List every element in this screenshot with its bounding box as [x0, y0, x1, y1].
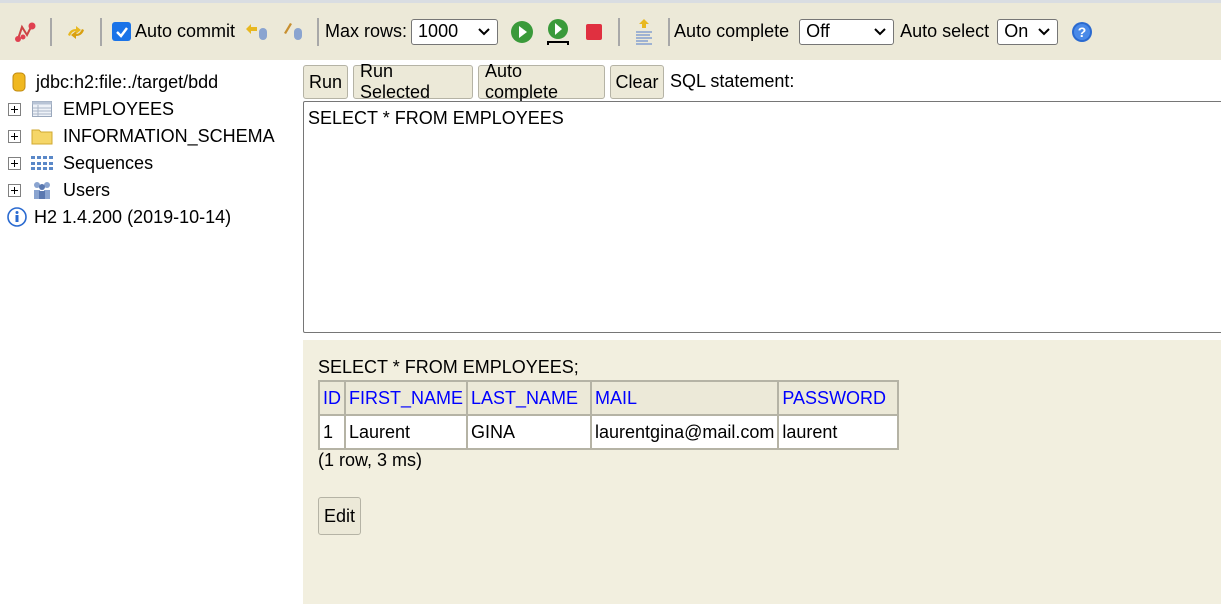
auto-select-value: On [1004, 21, 1029, 41]
column-header-first-name[interactable]: FIRST_NAME [343, 380, 469, 416]
chevron-down-icon [1038, 27, 1050, 35]
tree-item-employees[interactable]: EMPLOYEES [8, 96, 174, 122]
refresh-icon[interactable] [63, 19, 89, 45]
object-tree: jdbc:h2:file:./target/bdd EMPLOYEES INFO… [0, 60, 300, 604]
version-info: H2 1.4.200 (2019-10-14) [6, 204, 231, 230]
max-rows-value: 1000 [418, 21, 459, 41]
result-panel: SELECT * FROM EMPLOYEES; ID FIRST_NAME L… [303, 340, 1221, 604]
result-status: (1 row, 3 ms) [318, 450, 423, 470]
table-header-row: ID FIRST_NAME LAST_NAME MAIL PASSWORD [318, 380, 900, 416]
toolbar-separator [317, 17, 320, 46]
run-button[interactable]: Run [303, 65, 348, 99]
auto-complete-select[interactable]: Off [799, 18, 895, 45]
version-text: H2 1.4.200 (2019-10-14) [34, 206, 232, 227]
toolbar-separator [618, 17, 621, 46]
stop-icon[interactable] [581, 19, 607, 45]
disconnect-icon[interactable] [13, 19, 39, 45]
tree-item-information-schema[interactable]: INFORMATION_SCHEMA [8, 123, 275, 149]
expand-icon[interactable] [8, 156, 21, 170]
expand-icon[interactable] [8, 129, 21, 143]
clear-button[interactable]: Clear [610, 65, 664, 99]
database-icon [8, 72, 30, 92]
run-icon[interactable] [509, 19, 535, 45]
tree-item-label: INFORMATION_SCHEMA [63, 125, 275, 146]
auto-commit-label: Auto commit [135, 21, 236, 41]
result-query: SELECT * FROM EMPLOYEES; [318, 357, 579, 377]
column-header-last-name[interactable]: LAST_NAME [466, 380, 593, 416]
sql-statement-label: SQL statement: [670, 71, 795, 91]
connection-url: jdbc:h2:file:./target/bdd [36, 71, 219, 92]
auto-complete-button[interactable]: Auto complete [478, 61, 605, 102]
column-header-password[interactable]: PASSWORD [777, 380, 900, 416]
cell-password: laurent [777, 414, 900, 450]
help-icon[interactable]: ? [1069, 19, 1095, 45]
svg-text:?: ? [1078, 24, 1087, 40]
users-icon [31, 180, 53, 200]
sequences-icon [31, 153, 53, 173]
toolbar: Auto commit Max rows: 1000 Auto complete… [0, 0, 1221, 60]
run-selected-button[interactable]: Run Selected [353, 61, 473, 102]
commit-icon[interactable] [280, 19, 306, 45]
tree-item-sequences[interactable]: Sequences [8, 150, 153, 176]
chevron-down-icon [874, 27, 886, 35]
result-table: ID FIRST_NAME LAST_NAME MAIL PASSWORD 1 … [318, 380, 900, 450]
column-header-mail[interactable]: MAIL [590, 380, 780, 416]
auto-commit-checkbox[interactable] [112, 22, 131, 41]
run-selected-icon[interactable] [545, 18, 571, 45]
auto-select-select[interactable]: On [997, 18, 1059, 45]
cell-mail: laurentgina@mail.com [590, 414, 780, 450]
cell-id: 1 [318, 414, 346, 450]
toolbar-separator [668, 17, 671, 46]
expand-icon[interactable] [8, 102, 21, 116]
tree-connection[interactable]: jdbc:h2:file:./target/bdd [8, 69, 218, 95]
cell-last-name: GINA [466, 414, 593, 450]
auto-complete-value: Off [806, 21, 830, 41]
history-icon[interactable] [631, 18, 657, 45]
tree-item-label: EMPLOYEES [63, 98, 175, 119]
tree-item-users[interactable]: Users [8, 177, 110, 203]
tree-item-label: Users [63, 179, 111, 200]
chevron-down-icon [478, 27, 490, 35]
sql-input[interactable]: SELECT * FROM EMPLOYEES [303, 101, 1221, 333]
toolbar-separator [50, 17, 52, 46]
rollback-icon[interactable] [244, 19, 270, 45]
folder-icon [31, 126, 53, 146]
table-icon [31, 99, 53, 119]
expand-icon[interactable] [8, 183, 21, 197]
auto-select-label: Auto select [900, 21, 990, 41]
column-header-id[interactable]: ID [318, 380, 346, 416]
tree-item-label: Sequences [63, 152, 154, 173]
cell-first-name: Laurent [343, 414, 469, 450]
toolbar-separator [100, 17, 102, 46]
auto-complete-label: Auto complete [674, 21, 790, 41]
edit-button[interactable]: Edit [318, 497, 361, 535]
max-rows-label: Max rows: [325, 21, 408, 41]
info-icon [6, 207, 28, 227]
table-row: 1 Laurent GINA laurentgina@mail.com laur… [318, 414, 900, 450]
max-rows-select[interactable]: 1000 [411, 18, 499, 45]
